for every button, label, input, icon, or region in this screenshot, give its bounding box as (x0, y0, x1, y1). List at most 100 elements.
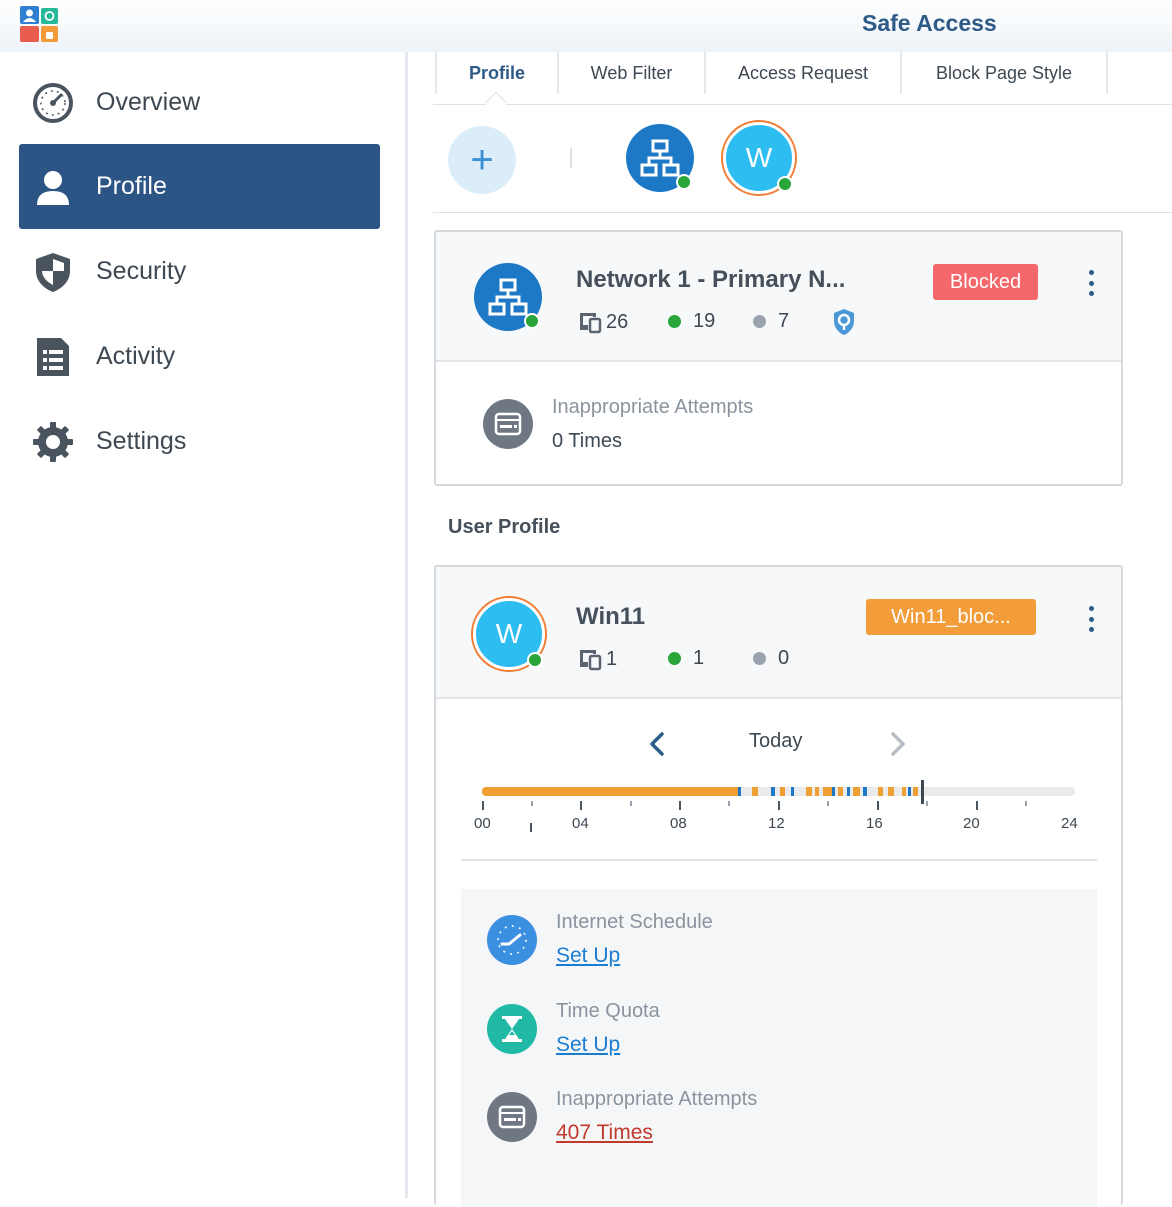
time-quota-setup-link[interactable]: Set Up (556, 1033, 620, 1057)
usage-segment (738, 787, 741, 796)
network-icon (640, 139, 680, 177)
usage-segment (863, 787, 867, 796)
timeline-tick (926, 801, 928, 806)
usage-segment (815, 787, 819, 796)
online-dot (668, 315, 681, 328)
usage-segment (902, 787, 906, 796)
usage-segment (771, 787, 775, 796)
usage-segment (908, 787, 911, 796)
usage-segment (791, 787, 794, 796)
user-avatar: W (473, 598, 545, 670)
usage-segment (752, 787, 758, 796)
timeline-tick-label: 20 (963, 815, 980, 832)
sidebar-item-label: Overview (96, 88, 201, 116)
user-profile-section-title: User Profile (448, 516, 561, 538)
timeline-tick (482, 801, 484, 810)
offline-count: 7 (753, 310, 789, 333)
main-content: Profile Web Filter Access Request Block … (408, 52, 1172, 1207)
usage-segment (806, 787, 812, 796)
internet-schedule-label: Internet Schedule (556, 911, 713, 933)
sidebar-item-activity[interactable]: Activity (19, 314, 380, 399)
clock-icon (487, 915, 537, 965)
user-profile-avatar[interactable]: W (723, 122, 795, 194)
usage-segment (853, 787, 860, 796)
online-dot (668, 652, 681, 665)
usage-segment (878, 787, 883, 796)
tab-bar: Profile Web Filter Access Request Block … (435, 52, 1108, 104)
network-title: Network 1 - Primary N... (576, 266, 846, 293)
inappropriate-attempts-link[interactable]: 407 Times (556, 1121, 653, 1145)
timeline-tick (728, 801, 730, 806)
network-profile-avatar[interactable] (626, 124, 694, 192)
usage-segment (838, 787, 843, 796)
usage-segment (823, 787, 832, 796)
online-status-dot (777, 176, 793, 192)
next-day-button[interactable] (889, 731, 907, 757)
devices-icon (580, 650, 602, 671)
tab-web-filter[interactable]: Web Filter (559, 52, 706, 94)
timeline-tick (531, 801, 533, 806)
online-status-dot (524, 313, 540, 329)
person-icon (31, 165, 75, 209)
separator (570, 148, 572, 168)
tabs-divider (433, 104, 1172, 105)
app-title: Safe Access (862, 10, 997, 36)
hourglass-icon (487, 1004, 537, 1054)
add-profile-button[interactable]: + (448, 126, 516, 194)
sidebar-item-profile[interactable]: Profile (19, 144, 380, 229)
shield-icon (31, 250, 75, 294)
user-more-menu[interactable] (1085, 606, 1097, 632)
network-icon (488, 278, 528, 316)
avatar-letter: W (745, 142, 773, 173)
timeline-tick (630, 801, 632, 806)
inappropriate-attempts-label: Inappropriate Attempts (556, 1088, 758, 1110)
sidebar-item-overview[interactable]: Overview (19, 60, 380, 145)
sidebar-item-label: Security (96, 257, 187, 285)
tab-profile[interactable]: Profile (435, 52, 559, 94)
network-avatar (474, 263, 542, 331)
internet-schedule-setup-link[interactable]: Set Up (556, 944, 620, 968)
timeline-tick (827, 801, 829, 806)
avatars-divider (433, 212, 1172, 213)
sidebar-item-settings[interactable]: Settings (19, 399, 380, 484)
sidebar-item-security[interactable]: Security (19, 229, 380, 314)
timeline-tick (679, 801, 681, 810)
usage-segment (913, 787, 918, 796)
blocked-badge: Blocked (933, 264, 1038, 300)
timeline-tick-label: 12 (768, 815, 785, 832)
timeline-tick (778, 801, 780, 810)
sidebar-item-label: Activity (96, 342, 176, 370)
usage-segment (888, 787, 894, 796)
online-status-dot (527, 652, 543, 668)
online-count: 1 (668, 647, 704, 670)
browser-window-icon (487, 1092, 537, 1142)
timeline-tick (1025, 801, 1027, 806)
network-profile-card: Network 1 - Primary N... Blocked 26 19 7 (434, 230, 1123, 486)
devices-icon (580, 313, 602, 334)
time-quota-label: Time Quota (556, 1000, 660, 1022)
current-time-marker (921, 780, 924, 804)
offline-dot (753, 652, 766, 665)
device-count: 26 (578, 310, 628, 334)
attempts-value: 0 Times (552, 430, 623, 452)
network-card-header: Network 1 - Primary N... Blocked 26 19 7 (436, 232, 1121, 362)
tab-access-request[interactable]: Access Request (706, 52, 902, 94)
device-count: 1 (578, 647, 617, 671)
usage-segment (832, 787, 835, 796)
offline-count: 0 (753, 647, 789, 670)
schedule-badge: Win11_bloc... (866, 599, 1036, 635)
gauge-icon (31, 81, 75, 125)
timeline-tick (976, 801, 978, 810)
sidebar-item-label: Settings (96, 427, 187, 455)
browser-window-icon (483, 399, 533, 449)
online-status-dot (676, 174, 692, 190)
day-label: Today (749, 730, 803, 752)
usage-timeline (482, 787, 1075, 796)
timeline-divider (461, 859, 1097, 861)
sidebar: Overview Profile Security Activity Setti… (0, 52, 405, 1198)
previous-day-button[interactable] (648, 731, 666, 757)
timeline-tick (877, 801, 879, 810)
network-more-menu[interactable] (1085, 270, 1097, 296)
timeline-tick-label: 24 (1061, 815, 1078, 832)
tab-block-page-style[interactable]: Block Page Style (902, 52, 1108, 94)
